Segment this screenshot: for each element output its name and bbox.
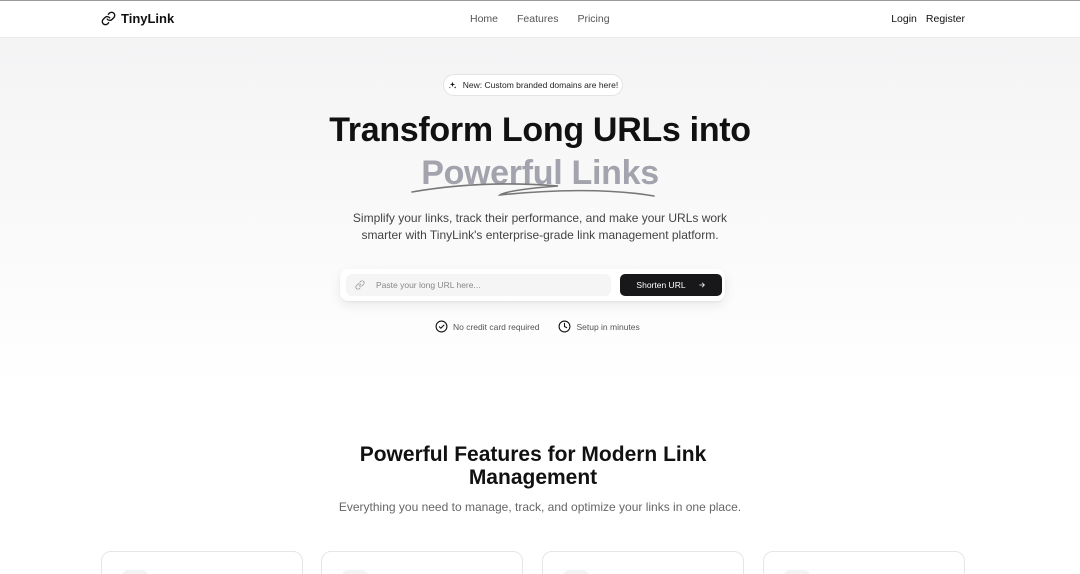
- feature-card: [101, 551, 303, 574]
- announcement-badge[interactable]: New: Custom branded domains are here!: [443, 74, 623, 96]
- hero-perks: No credit card required Setup in minutes: [435, 320, 640, 333]
- hero-title: Transform Long URLs into: [329, 111, 751, 149]
- brand-name: TinyLink: [121, 11, 175, 26]
- clock-icon: [559, 320, 571, 333]
- arrow-right-icon: [698, 282, 705, 288]
- feature-card: [542, 551, 744, 574]
- sparkle-icon: [448, 81, 457, 88]
- nav-home[interactable]: Home: [470, 13, 498, 25]
- main-nav: Home Features Pricing: [470, 13, 610, 25]
- shorten-url-label: Shorten URL: [636, 280, 686, 290]
- perk-no-credit-card: No credit card required: [435, 320, 539, 333]
- link-icon: [101, 11, 116, 26]
- hero-subtitle: Simplify your links, track their perform…: [352, 211, 728, 242]
- hero-section: New: Custom branded domains are here! Tr…: [0, 38, 1080, 388]
- underline-squiggle: [411, 183, 655, 197]
- feature-card: [763, 551, 965, 574]
- register-link[interactable]: Register: [926, 13, 965, 25]
- link-icon: [355, 280, 365, 290]
- feature-card: [321, 551, 523, 574]
- nav-features[interactable]: Features: [517, 13, 558, 25]
- perk-label: Setup in minutes: [576, 321, 640, 332]
- feature-icon-placeholder: [784, 570, 810, 574]
- feature-icon-placeholder: [563, 570, 589, 574]
- shorten-url-button[interactable]: Shorten URL: [620, 274, 722, 296]
- nav-pricing[interactable]: Pricing: [577, 13, 609, 25]
- perk-setup-minutes: Setup in minutes: [558, 320, 640, 333]
- brand-logo[interactable]: TinyLink: [101, 11, 174, 26]
- badge-text: New: Custom branded domains are here!: [462, 80, 619, 90]
- feature-icon-placeholder: [122, 570, 148, 574]
- perk-label: No credit card required: [453, 321, 540, 332]
- url-input[interactable]: [376, 277, 601, 293]
- features-subtitle: Everything you need to manage, track, an…: [338, 500, 742, 514]
- auth-links: Login Register: [891, 13, 965, 25]
- login-link[interactable]: Login: [891, 13, 917, 25]
- feature-icon-placeholder: [342, 570, 368, 574]
- check-circle-icon: [435, 320, 448, 333]
- top-navbar: TinyLink Home Features Pricing Login Reg…: [0, 0, 1080, 38]
- features-title: Powerful Features for Modern Link Manage…: [359, 443, 707, 489]
- url-shortener-form: Shorten URL: [340, 269, 725, 301]
- url-input-wrapper: [346, 274, 611, 296]
